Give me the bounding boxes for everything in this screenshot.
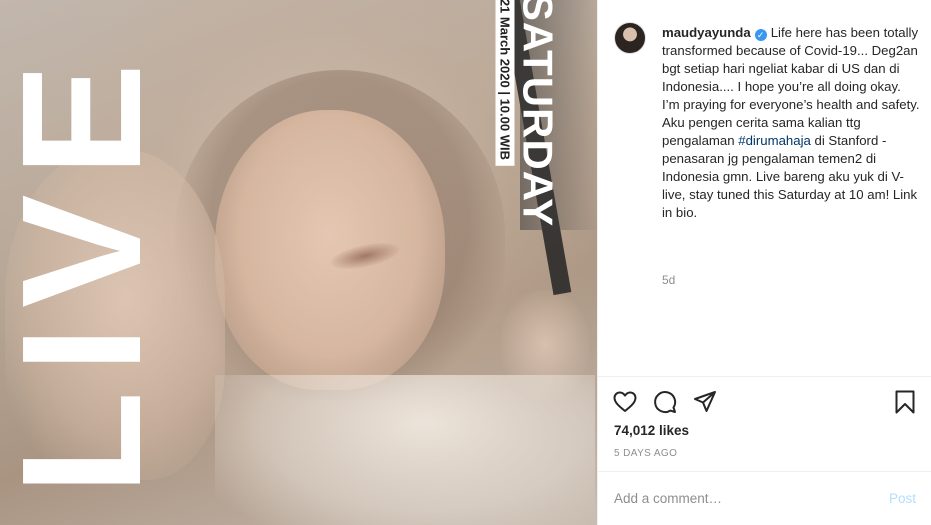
comment-box: Post [598, 471, 931, 525]
photo-shirt [215, 375, 595, 525]
post-image[interactable]: LIVE SATURDAY 21 March 2020 | 10.00 WIB [0, 0, 597, 525]
post-date[interactable]: 5 DAYS AGO [614, 448, 677, 459]
bookmark-icon[interactable] [892, 389, 918, 415]
avatar[interactable] [614, 22, 646, 54]
caption-text-3: Aku pengen cerita sama kalian ttg pengal… [662, 114, 920, 222]
photo-face [215, 110, 445, 390]
comment-input[interactable] [614, 486, 864, 510]
comment-icon[interactable] [652, 389, 678, 415]
caption-area: maudyayunda ✓ Life here has been totally t… [598, 0, 931, 376]
event-date-time: 21 March 2020 | 10.00 WIB [495, 0, 515, 166]
post-comment-button[interactable]: Post [889, 491, 916, 506]
post-caption: maudyayunda ✓ Life here has been totally t… [662, 24, 920, 222]
verified-badge-icon: ✓ [754, 29, 767, 41]
caption-text-2: I’m praying for everyone’s health and sa… [662, 97, 920, 112]
post-actions: 74,012 likes 5 DAYS AGO [598, 376, 931, 471]
event-day: SATURDAY [514, 0, 562, 228]
heart-icon[interactable] [612, 389, 638, 415]
post-side-panel: maudyayunda ✓ Life here has been totally t… [597, 0, 931, 525]
hashtag-link[interactable]: #dirumahaja [738, 133, 811, 148]
caption-time-ago: 5d [662, 273, 676, 287]
action-icons [612, 389, 918, 415]
like-count[interactable]: 74,012 likes [614, 423, 689, 438]
share-icon[interactable] [692, 389, 718, 415]
username-link[interactable]: maudyayunda [662, 25, 751, 40]
live-word: LIVE [0, 45, 177, 495]
